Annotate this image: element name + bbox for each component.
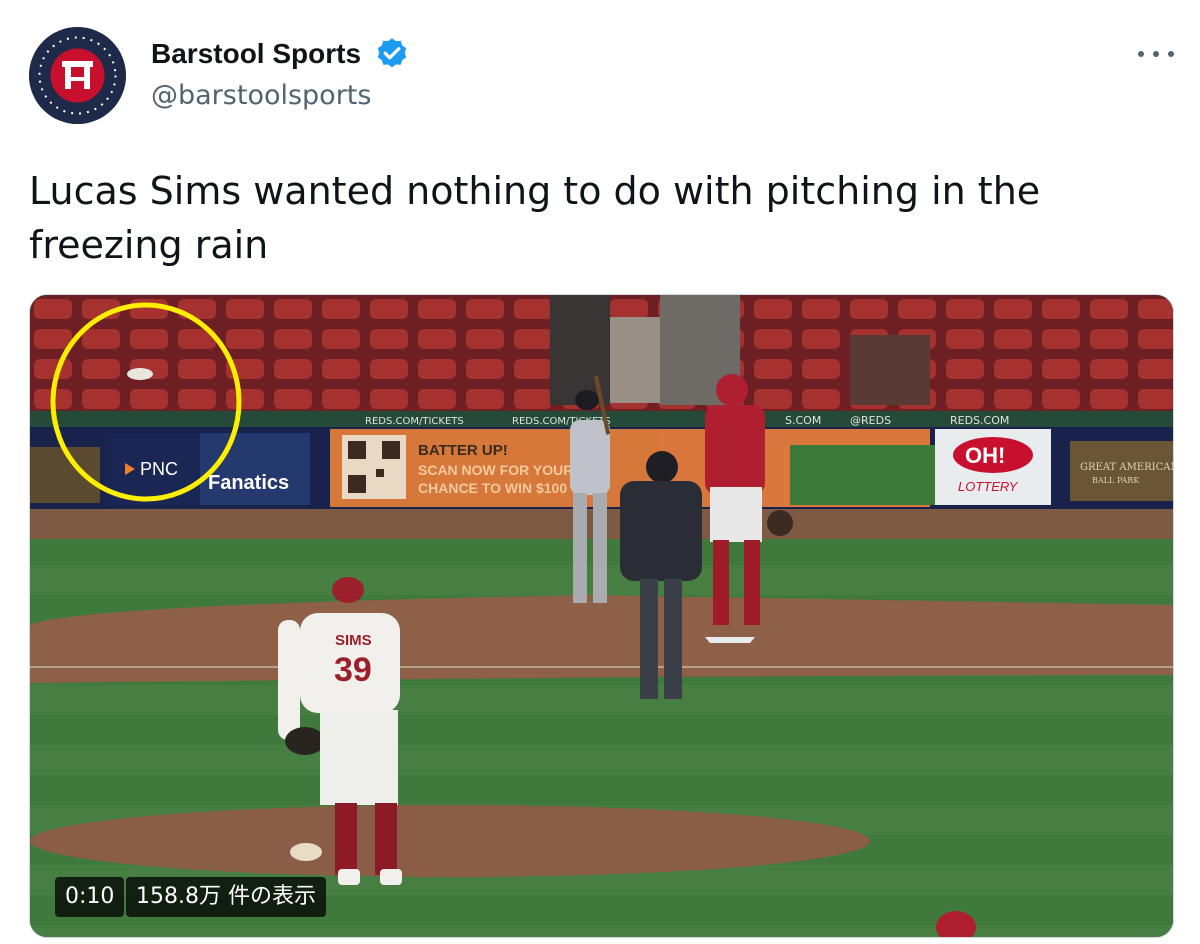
pitchers-mound [30, 805, 870, 877]
home-plate [705, 637, 755, 643]
board-text: @REDS [850, 414, 891, 427]
pnc-text: PNC [140, 459, 178, 479]
video-player[interactable]: REDS.COM/TICKETS REDS.COM/TICKETS S.COM … [29, 294, 1174, 938]
jersey-number: 39 [334, 651, 372, 689]
oh-text: OH! [965, 443, 1005, 468]
board-text: REDS.COM [950, 414, 1009, 427]
spectator [850, 335, 930, 405]
glove [285, 727, 325, 755]
dot [1138, 51, 1144, 57]
video-frame: REDS.COM/TICKETS REDS.COM/TICKETS S.COM … [30, 295, 1174, 937]
dot [1168, 51, 1174, 57]
video-timestamp: 0:10 [55, 877, 125, 917]
more-options-icon[interactable] [1138, 40, 1174, 68]
board-text: GREAT AMERICAN [1080, 462, 1174, 473]
board-text: BALL PARK [1092, 476, 1140, 485]
jersey-name: SIMS [335, 632, 372, 649]
view-count: 158.8万 件の表示 [126, 877, 326, 917]
display-name[interactable]: Barstool Sports [151, 38, 361, 70]
board-text: SCAN NOW FOR YOUR [418, 462, 573, 478]
avatar[interactable] [29, 27, 126, 124]
board-text: REDS.COM/TICKETS [365, 416, 464, 427]
rosin-bag [290, 843, 322, 861]
board-text: S.COM [785, 414, 821, 427]
handle[interactable]: @barstoolsports [151, 80, 371, 111]
baseball [127, 368, 153, 380]
lottery-text: LOTTERY [958, 479, 1019, 494]
ballpark-board [30, 447, 100, 503]
board-text: BATTER UP! [418, 442, 508, 459]
verified-badge-icon [377, 38, 407, 68]
spectator [550, 295, 610, 405]
dot [1153, 51, 1159, 57]
board-text: CHANCE TO WIN $100 [418, 480, 567, 496]
fanatics-text: Fanatics [208, 472, 289, 494]
barstool-logo-icon [29, 27, 126, 124]
tweet-text: Lucas Sims wanted nothing to do with pit… [29, 169, 1041, 267]
home-plate-dirt [30, 595, 1173, 683]
